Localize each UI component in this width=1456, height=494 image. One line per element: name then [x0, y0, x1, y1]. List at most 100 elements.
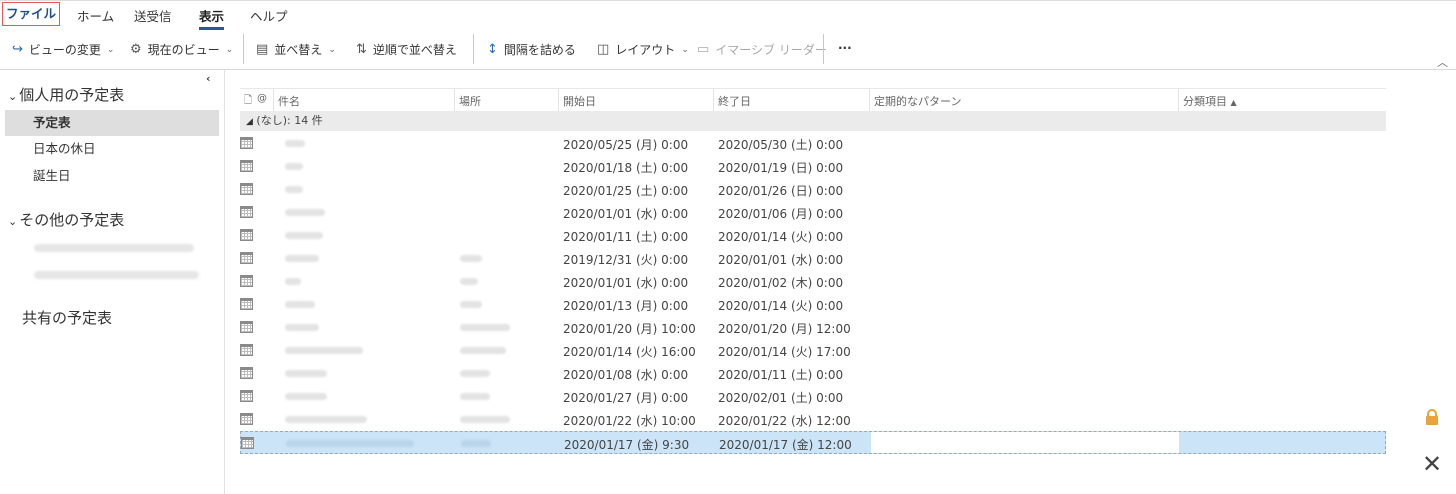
item-type-icon[interactable]: 🗋 [244, 93, 252, 110]
collapse-pane-icon[interactable]: ‹ [206, 72, 211, 85]
chevron-down-icon: ⌄ [8, 215, 18, 228]
reverse-sort-label: 逆順で並べ替え [372, 43, 457, 57]
tab-file[interactable]: ファイル [2, 2, 60, 26]
column-subject[interactable]: 件名 [278, 93, 300, 109]
personal-calendars-group[interactable]: ⌄ 個人用の予定表 [8, 84, 124, 105]
compact-button[interactable]: ↕ 間隔を詰める [487, 41, 576, 58]
start-date-cell: 2019/12/31 (火) 0:00 [563, 253, 689, 267]
more-options-button[interactable]: ··· [838, 41, 852, 55]
column-recurrence[interactable]: 定期的なパターン [874, 93, 961, 109]
group-label: (なし): 14 件 [256, 114, 323, 127]
layout-button[interactable]: ◫ レイアウト ⌄ [597, 41, 689, 58]
redacted-subject [285, 255, 319, 262]
redacted-location [461, 440, 491, 447]
redacted-location [460, 301, 482, 308]
sort-button[interactable]: ▤ 並べ替え ⌄ [256, 41, 336, 58]
table-row[interactable]: 2020/01/01 (水) 0:00 2020/01/02 (木) 0:00 [240, 270, 1386, 293]
start-date-cell: 2020/01/01 (水) 0:00 [563, 207, 689, 221]
start-date-cell: 2020/01/13 (月) 0:00 [563, 299, 689, 313]
redacted-subject [285, 186, 303, 193]
sort-label: 並べ替え [274, 43, 323, 57]
nav-item-birthdays[interactable]: 誕生日 [5, 163, 219, 189]
end-date-cell: 2020/01/22 (水) 12:00 [718, 414, 851, 428]
tab-home[interactable]: ホーム [77, 6, 114, 25]
column-location[interactable]: 場所 [459, 93, 481, 109]
calendar-item-icon [240, 298, 253, 310]
compact-label: 間隔を詰める [503, 43, 576, 57]
nav-item-japan-holidays[interactable]: 日本の休日 [5, 136, 219, 162]
end-date-cell: 2020/01/06 (月) 0:00 [718, 207, 844, 221]
attachment-icon[interactable]: @ [257, 93, 267, 104]
table-row[interactable]: 2020/01/17 (金) 9:30 2020/01/17 (金) 12:00 [240, 431, 1386, 454]
compact-icon: ↕ [487, 42, 498, 57]
immersive-reader-button[interactable]: ▭ イマーシブ リーダー [697, 41, 827, 58]
redacted-location [460, 416, 510, 423]
end-date-cell: 2020/01/17 (金) 12:00 [719, 438, 852, 452]
reverse-sort-icon: ⇅ [356, 42, 367, 57]
other-calendars-group[interactable]: ⌄ その他の予定表 [8, 209, 124, 230]
redacted-subject [285, 140, 305, 147]
redacted-subject [285, 324, 319, 331]
current-view-label: 現在のビュー [147, 43, 220, 57]
calendar-item-icon [240, 229, 253, 241]
column-end[interactable]: 終了日 [718, 93, 751, 109]
ribbon-tabs: ファイル ホーム 送受信 表示 ヘルプ [0, 0, 1456, 30]
toolbar-separator [473, 34, 474, 64]
table-row[interactable]: 2019/12/31 (火) 0:00 2020/01/01 (水) 0:00 [240, 247, 1386, 270]
table-row[interactable]: 2020/01/25 (土) 0:00 2020/01/26 (日) 0:00 [240, 178, 1386, 201]
column-separator [558, 89, 559, 111]
table-row[interactable]: 2020/01/18 (土) 0:00 2020/01/19 (日) 0:00 [240, 155, 1386, 178]
calendar-item-icon [240, 275, 253, 287]
collapse-ribbon-icon[interactable]: ︿ [1437, 54, 1448, 70]
group-header-row[interactable]: ◢ (なし): 14 件 [240, 111, 1386, 131]
change-view-icon: ↪ [12, 42, 23, 57]
collapse-group-icon[interactable]: ◢ [246, 117, 253, 127]
tab-view[interactable]: 表示 [199, 6, 225, 30]
calendar-item-icon [240, 413, 253, 425]
table-row[interactable]: 2020/01/20 (月) 10:00 2020/01/20 (月) 12:00 [240, 316, 1386, 339]
redacted-calendar-item[interactable] [34, 244, 194, 252]
table-row[interactable]: 2020/01/11 (土) 0:00 2020/01/14 (火) 0:00 [240, 224, 1386, 247]
table-row[interactable]: 2020/01/01 (水) 0:00 2020/01/06 (月) 0:00 [240, 201, 1386, 224]
shared-calendars-group[interactable]: 共有の予定表 [22, 307, 112, 328]
redacted-location [460, 278, 478, 285]
start-date-cell: 2020/01/14 (火) 16:00 [563, 345, 696, 359]
column-categories[interactable]: 分類項目 ▲ [1183, 93, 1237, 109]
column-separator [1178, 89, 1179, 111]
tab-help[interactable]: ヘルプ [250, 6, 288, 25]
table-row[interactable]: 2020/01/13 (月) 0:00 2020/01/14 (火) 0:00 [240, 293, 1386, 316]
layout-icon: ◫ [597, 42, 610, 57]
table-row[interactable]: 2020/01/08 (水) 0:00 2020/01/11 (土) 0:00 [240, 362, 1386, 385]
end-date-cell: 2020/01/14 (火) 0:00 [718, 299, 844, 313]
redacted-subject [285, 416, 367, 423]
end-date-cell: 2020/05/30 (土) 0:00 [718, 138, 844, 152]
gear-icon: ⚙ [130, 42, 142, 57]
sort-ascending-icon: ▲ [1230, 98, 1237, 107]
reverse-sort-button[interactable]: ⇅ 逆順で並べ替え [356, 41, 457, 58]
close-icon[interactable]: ✕ [1422, 452, 1442, 476]
end-date-cell: 2020/01/19 (日) 0:00 [718, 161, 844, 175]
redacted-calendar-item[interactable] [34, 271, 199, 279]
table-row[interactable]: 2020/01/27 (月) 0:00 2020/02/01 (土) 0:00 [240, 385, 1386, 408]
column-separator [454, 89, 455, 111]
end-date-cell: 2020/01/14 (火) 0:00 [718, 230, 844, 244]
toolbar-separator [823, 34, 824, 64]
table-row[interactable]: 2020/01/14 (火) 16:00 2020/01/14 (火) 17:00 [240, 339, 1386, 362]
redacted-subject [285, 209, 325, 216]
column-start[interactable]: 開始日 [563, 93, 596, 109]
change-view-button[interactable]: ↪ ビューの変更 ⌄ [12, 41, 114, 58]
nav-item-calendar[interactable]: 予定表 [5, 110, 219, 136]
change-view-label: ビューの変更 [28, 43, 101, 57]
column-separator [273, 89, 274, 111]
calendar-item-icon [240, 344, 253, 356]
calendar-item-icon [240, 390, 253, 402]
start-date-cell: 2020/01/08 (水) 0:00 [563, 368, 689, 382]
tab-send-receive[interactable]: 送受信 [134, 6, 172, 25]
start-date-cell: 2020/01/22 (水) 10:00 [563, 414, 696, 428]
table-row[interactable]: 2020/01/22 (水) 10:00 2020/01/22 (水) 12:00 [240, 408, 1386, 431]
more-options-label: ··· [838, 41, 852, 55]
table-row[interactable]: 2020/05/25 (月) 0:00 2020/05/30 (土) 0:00 [240, 132, 1386, 155]
redacted-location [460, 370, 490, 377]
shared-calendars-label: 共有の予定表 [22, 309, 113, 327]
current-view-button[interactable]: ⚙ 現在のビュー ⌄ [130, 41, 233, 58]
